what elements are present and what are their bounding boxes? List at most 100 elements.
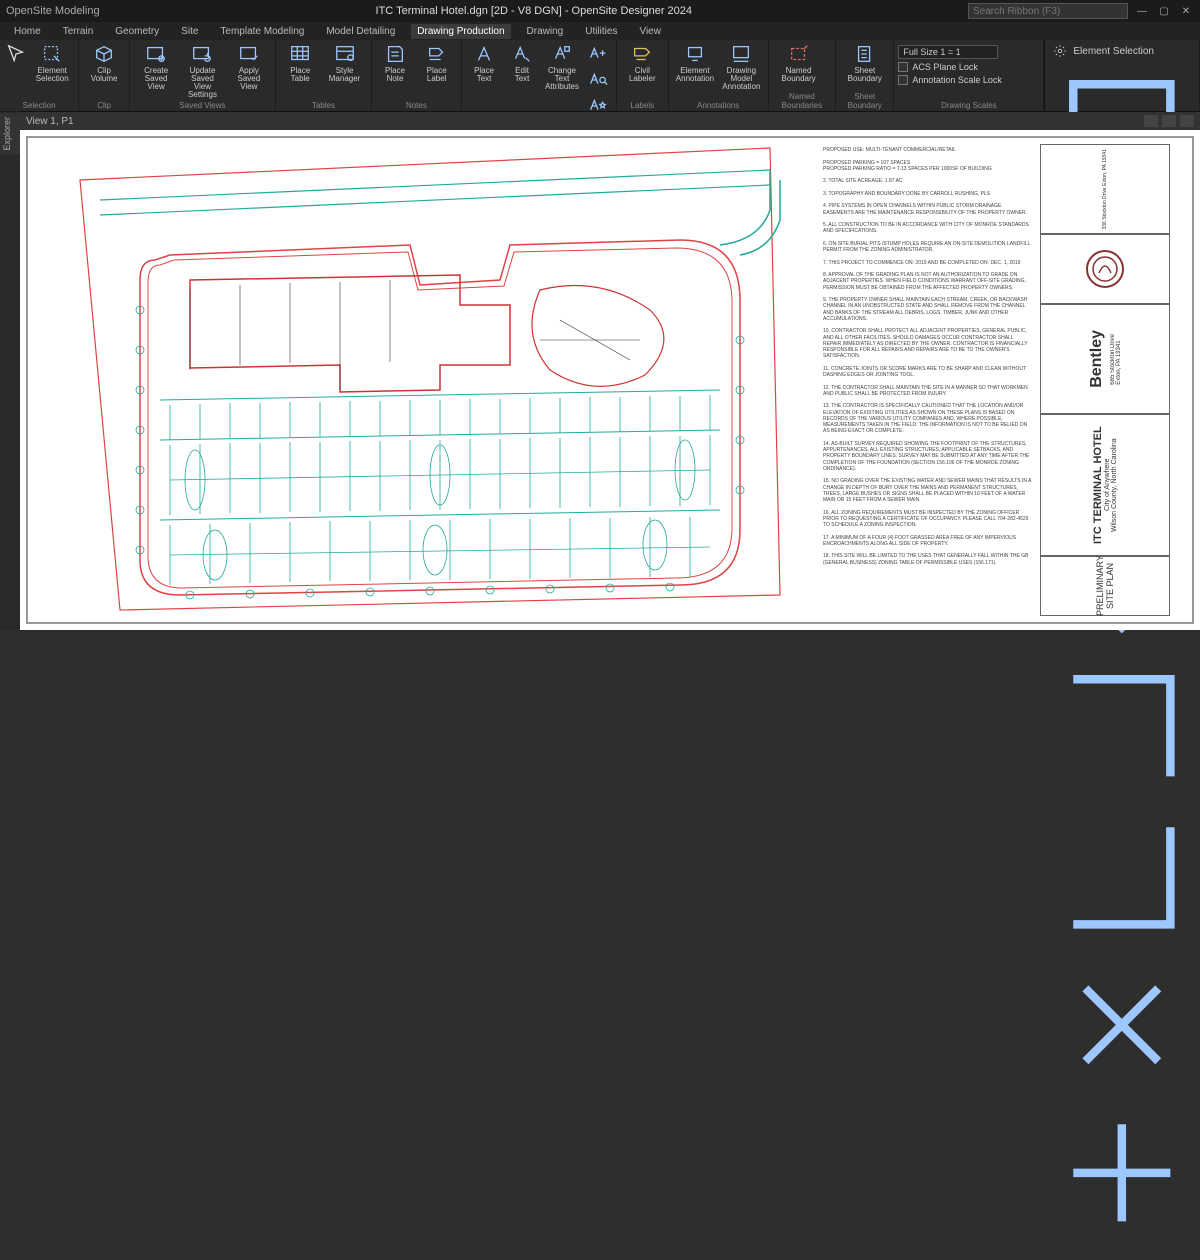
named-boundary-button[interactable]: Named Boundary xyxy=(773,42,825,84)
sheet-name-cell: PRELIMINARY SITE PLAN xyxy=(1040,556,1170,616)
tab-drawing[interactable]: Drawing xyxy=(521,24,570,39)
stamp-addr: 336 Stockton Drive xyxy=(1102,187,1108,229)
note-line: 10. CONTRACTOR SHALL PROTECT ALL ADJACEN… xyxy=(823,328,1032,359)
canvas-area: View 1, P1 xyxy=(20,112,1200,630)
group-label-annotations: Annotations xyxy=(673,100,764,111)
note-line: 5. ALL CONSTRUCTION TO BE IN ACCORDANCE … xyxy=(823,222,1032,235)
ribbon-group-notes: Place Note Place Label Notes xyxy=(372,40,462,111)
place-label-label: Place Label xyxy=(419,67,454,83)
clip-volume-button[interactable]: Clip Volume xyxy=(83,42,125,84)
text-attr-icon xyxy=(551,43,573,65)
note-line: 7. THIS PROJECT TO COMMENCE ON: 2019 AND… xyxy=(823,260,1032,266)
stamp-cell: 336 Stockton Drive Exton, PA 19341 xyxy=(1040,144,1170,234)
note-line: 17. A MINIMUM OF A FOUR (4) FOOT GRASSED… xyxy=(823,535,1032,548)
place-table-label: Place Table xyxy=(283,67,317,83)
edit-text-label: Edit Text xyxy=(507,67,537,83)
text-tool-1-button[interactable] xyxy=(584,42,612,68)
ribbon-group-text: Place Text Edit Text Change Text Attribu… xyxy=(462,40,617,111)
ribbon-search-input[interactable] xyxy=(968,3,1128,19)
drawing-model-annotation-button[interactable]: Drawing Model Annotation xyxy=(719,42,763,92)
tab-view[interactable]: View xyxy=(633,24,667,39)
ribbon-group-drawing-scales: Full Size 1 = 1 ACS Plane Lock Annotatio… xyxy=(894,40,1044,111)
civil-labeler-button[interactable]: Civil Labeler xyxy=(621,42,664,84)
checkbox-icon xyxy=(898,62,908,72)
tab-utilities[interactable]: Utilities xyxy=(579,24,623,39)
sel-action-2-button[interactable] xyxy=(1049,1100,1195,1246)
title-block: 336 Stockton Drive Exton, PA 19341 Bentl… xyxy=(1040,144,1170,616)
sel-action-3-button[interactable] xyxy=(1049,1249,1195,1260)
change-text-attributes-button[interactable]: Change Text Attributes xyxy=(542,42,582,92)
tab-template-modeling[interactable]: Template Modeling xyxy=(214,24,310,39)
ribbon: Element Selection Selection Clip Volume … xyxy=(0,40,1200,112)
place-label-button[interactable]: Place Label xyxy=(416,42,457,84)
acs-plane-lock-check[interactable]: ACS Plane Lock xyxy=(898,62,978,72)
note-line: 3. TOPOGRAPHY AND BOUNDARY DONE BY CARRO… xyxy=(823,191,1032,197)
view-max-button[interactable] xyxy=(1162,115,1176,127)
place-text-button[interactable]: Place Text xyxy=(466,42,502,84)
view-close-button[interactable] xyxy=(1180,115,1194,127)
style-manager-label: Style Manager xyxy=(325,67,363,83)
style-manager-icon xyxy=(334,43,356,65)
create-saved-view-button[interactable]: Create Saved View xyxy=(134,42,178,92)
group-label-clip: Clip xyxy=(83,100,125,111)
cursor-tool-button[interactable] xyxy=(4,42,28,68)
minimize-button[interactable]: ― xyxy=(1134,3,1150,19)
view-min-button[interactable] xyxy=(1144,115,1158,127)
update-saved-view-button[interactable]: Update Saved View Settings xyxy=(180,42,224,100)
create-saved-view-icon xyxy=(145,43,167,65)
seal-icon xyxy=(1085,249,1125,289)
note-line: 6. ON-SITE BURIAL PITS /STUMP HOLES REQU… xyxy=(823,241,1032,254)
note-line: 4. PIPE SYSTEMS IN OPEN CHANNELS WITHIN … xyxy=(823,203,1032,216)
tab-terrain[interactable]: Terrain xyxy=(57,24,100,39)
note-line: 15. NO GRADING OVER THE EXISTING WATER A… xyxy=(823,478,1032,503)
edit-text-button[interactable]: Edit Text xyxy=(504,42,540,84)
annotation-scale-lock-check[interactable]: Annotation Scale Lock xyxy=(898,75,1002,85)
note-line: 14. AS-BUILT SURVEY REQUIRED SHOWING THE… xyxy=(823,441,1032,472)
named-boundary-icon xyxy=(788,43,810,65)
left-tool-column: Explorer xyxy=(0,112,20,630)
view-header: View 1, P1 xyxy=(20,112,1200,130)
project-county: Wilson County, North Carolina xyxy=(1111,426,1118,544)
place-table-button[interactable]: Place Table xyxy=(280,42,320,84)
group-label-labels: Labels xyxy=(621,100,664,111)
style-manager-button[interactable]: Style Manager xyxy=(322,42,366,84)
firm-cell: Bentley 685 Stockton Drive Exton, PA 193… xyxy=(1040,304,1170,414)
tab-home[interactable]: Home xyxy=(8,24,47,39)
tab-geometry[interactable]: Geometry xyxy=(109,24,165,39)
drawing-model-annotation-icon xyxy=(730,43,752,65)
tab-model-detailing[interactable]: Model Detailing xyxy=(320,24,401,39)
site-plan-drawing xyxy=(40,140,800,620)
ribbon-tabs: Home Terrain Geometry Site Template Mode… xyxy=(0,22,1200,40)
window-title: ITC Terminal Hotel.dgn [2D - V8 DGN] - O… xyxy=(100,5,968,17)
panel-gear-icon xyxy=(1053,44,1067,58)
maximize-button[interactable]: ▢ xyxy=(1156,3,1172,19)
sel-mode-5-button[interactable] xyxy=(1049,655,1195,801)
element-selection-panel: Element Selection xyxy=(1044,40,1200,111)
tab-site[interactable]: Site xyxy=(175,24,204,39)
sheet-boundary-button[interactable]: Sheet Boundary xyxy=(840,42,889,84)
stamp-city: Exton, PA 19341 xyxy=(1102,149,1108,186)
note-line: 9. THE PROPERTY OWNER SHALL MAINTAIN EAC… xyxy=(823,297,1032,322)
text-tool-2-button[interactable] xyxy=(584,68,612,94)
drawing-canvas[interactable]: PROPOSED USE: MULTI-TENANT COMMERCIAL/RE… xyxy=(20,130,1200,630)
group-label-sheet-boundary: Sheet Boundary xyxy=(840,91,889,111)
apply-saved-view-button[interactable]: Apply Saved View xyxy=(227,42,271,92)
workspace-mode[interactable]: OpenSite Modeling xyxy=(6,5,100,17)
a-find-icon xyxy=(587,69,609,91)
note-line: 11. CONCRETE JOINTS OR SCORE MARKS ARE T… xyxy=(823,366,1032,379)
close-button[interactable]: ✕ xyxy=(1178,3,1194,19)
sel-action-1-button[interactable] xyxy=(1049,952,1195,1098)
ribbon-group-tables: Place Table Style Manager Tables xyxy=(276,40,372,111)
explorer-tab[interactable]: Explorer xyxy=(0,112,20,155)
tab-drawing-production[interactable]: Drawing Production xyxy=(411,24,510,39)
element-annotation-button[interactable]: Element Annotation xyxy=(673,42,717,84)
sel-mode-6-button[interactable] xyxy=(1049,803,1195,949)
drawing-scale-dropdown[interactable]: Full Size 1 = 1 xyxy=(898,45,998,59)
element-annotation-icon xyxy=(684,43,706,65)
update-saved-view-icon xyxy=(191,43,213,65)
ribbon-group-named-boundaries: Named Boundary Named Boundaries xyxy=(769,40,837,111)
ribbon-group-clip: Clip Volume Clip xyxy=(79,40,130,111)
place-note-button[interactable]: Place Note xyxy=(376,42,415,84)
place-note-label: Place Note xyxy=(379,67,412,83)
element-selection-button[interactable]: Element Selection xyxy=(30,42,74,84)
